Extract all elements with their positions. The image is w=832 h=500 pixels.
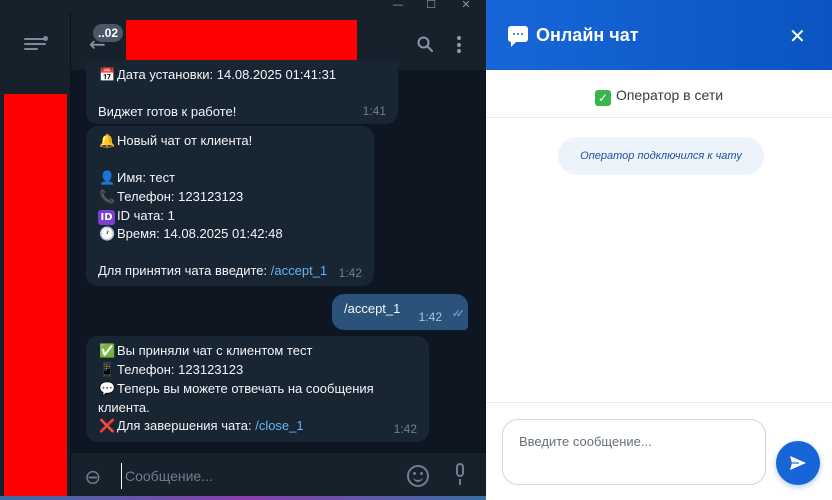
mobile-phone-icon: 📱 — [99, 363, 116, 378]
send-button[interactable] — [776, 441, 820, 485]
accept-command-link[interactable]: /accept_1 — [271, 263, 327, 278]
widget-title: Онлайн чат — [536, 25, 639, 45]
message-line — [98, 244, 362, 262]
widget-composer — [486, 402, 832, 500]
minimize-icon[interactable]: — — [386, 0, 410, 12]
message-line: 🔔Новый чат от клиента! — [99, 133, 253, 149]
operator-status-text: Оператор в сети — [615, 87, 724, 103]
message-line: 👤Имя: тест — [99, 170, 176, 186]
message-line: 🕐Время: 14.08.2025 01:42:48 — [99, 226, 283, 242]
message-line: ❌Для завершения чата: /close_1 — [99, 418, 304, 434]
unread-badge: ..02 — [93, 24, 124, 42]
widget-message-input[interactable] — [502, 419, 766, 485]
microphone-icon[interactable] — [453, 463, 467, 489]
calendar-icon: 📅 — [99, 68, 116, 83]
close-window-icon[interactable]: ✕ — [454, 0, 478, 12]
chat-bubble-icon — [508, 26, 528, 47]
send-icon — [790, 456, 806, 470]
clock-icon: 🕐 — [99, 227, 116, 242]
more-vertical-icon[interactable] — [457, 36, 461, 53]
speech-bubble-icon: 💬 — [99, 382, 116, 397]
message-composer: ⊘ — [71, 452, 486, 500]
check-box-icon: ✓ — [594, 90, 611, 106]
message-widget-ready[interactable]: 📅Дата установки: 14.08.2025 01:41:31 Вид… — [86, 60, 398, 124]
smile-icon[interactable] — [407, 465, 429, 487]
message-time: 1:41 — [362, 104, 386, 118]
cross-mark-icon: ❌ — [99, 419, 116, 434]
message-line: Для принятия чата введите: /accept_1 — [98, 263, 328, 278]
widget-message-area: Оператор подключился к чату — [486, 119, 832, 402]
chat-list-column — [0, 12, 71, 500]
taskbar-strip — [0, 496, 486, 500]
message-outgoing-accept[interactable]: /accept_1 1:42 ✓✓ — [332, 294, 468, 330]
message-chat-accepted[interactable]: ✅Вы приняли чат с клиентом тест 📱Телефон… — [86, 336, 429, 442]
message-line: ✅Вы приняли чат с клиентом тест — [99, 343, 313, 359]
maximize-icon[interactable]: ☐ — [419, 0, 443, 12]
message-time: 1:42 — [338, 266, 362, 280]
operator-status: ✓ Оператор в сети — [594, 86, 724, 106]
message-line — [98, 151, 362, 169]
message-input[interactable] — [121, 463, 391, 489]
message-line — [98, 85, 386, 103]
phone-icon: 📞 — [99, 190, 116, 205]
message-time: 1:42 — [418, 310, 442, 324]
search-icon[interactable] — [417, 36, 433, 52]
id-icon: ID — [98, 210, 115, 225]
double-check-icon: ✓✓ — [451, 307, 466, 320]
user-icon: 👤 — [99, 171, 116, 186]
check-mark-icon: ✅ — [99, 344, 116, 359]
message-time: 1:42 — [393, 422, 417, 436]
message-line: 📞Телефон: 123123123 — [99, 189, 244, 205]
online-chat-widget: Онлайн чат ✕ ✓ Оператор в сети Оператор п… — [486, 0, 832, 500]
hamburger-menu-icon[interactable] — [24, 36, 48, 54]
window-titlebar: — ☐ ✕ — [0, 0, 486, 12]
message-line: клиента. — [98, 400, 150, 415]
message-line: 💬Теперь вы можете отвечать на сообщения — [99, 381, 374, 397]
paperclip-icon[interactable]: ⊘ — [79, 463, 108, 492]
redacted-chat-list — [4, 94, 67, 500]
message-line: 📱Телефон: 123123123 — [99, 362, 244, 378]
close-icon[interactable]: ✕ — [789, 26, 806, 46]
bell-icon: 🔔 — [99, 134, 116, 149]
message-new-chat[interactable]: 🔔Новый чат от клиента! 👤Имя: тест 📞Телеф… — [86, 126, 374, 286]
operator-status-bar: ✓ Оператор в сети — [486, 70, 832, 118]
message-line: ID ID чата: 1 — [98, 207, 362, 225]
message-line: Виджет готов к работе! — [98, 104, 237, 119]
telegram-window: — ☐ ✕ ← ..02 📅Дата установки: 14.08.2025… — [0, 0, 486, 500]
system-message: Оператор подключился к чату — [558, 137, 764, 175]
close-command-link[interactable]: /close_1 — [255, 418, 303, 433]
message-line: 📅Дата установки: 14.08.2025 01:41:31 — [99, 67, 337, 83]
widget-header: Онлайн чат ✕ — [486, 0, 832, 70]
